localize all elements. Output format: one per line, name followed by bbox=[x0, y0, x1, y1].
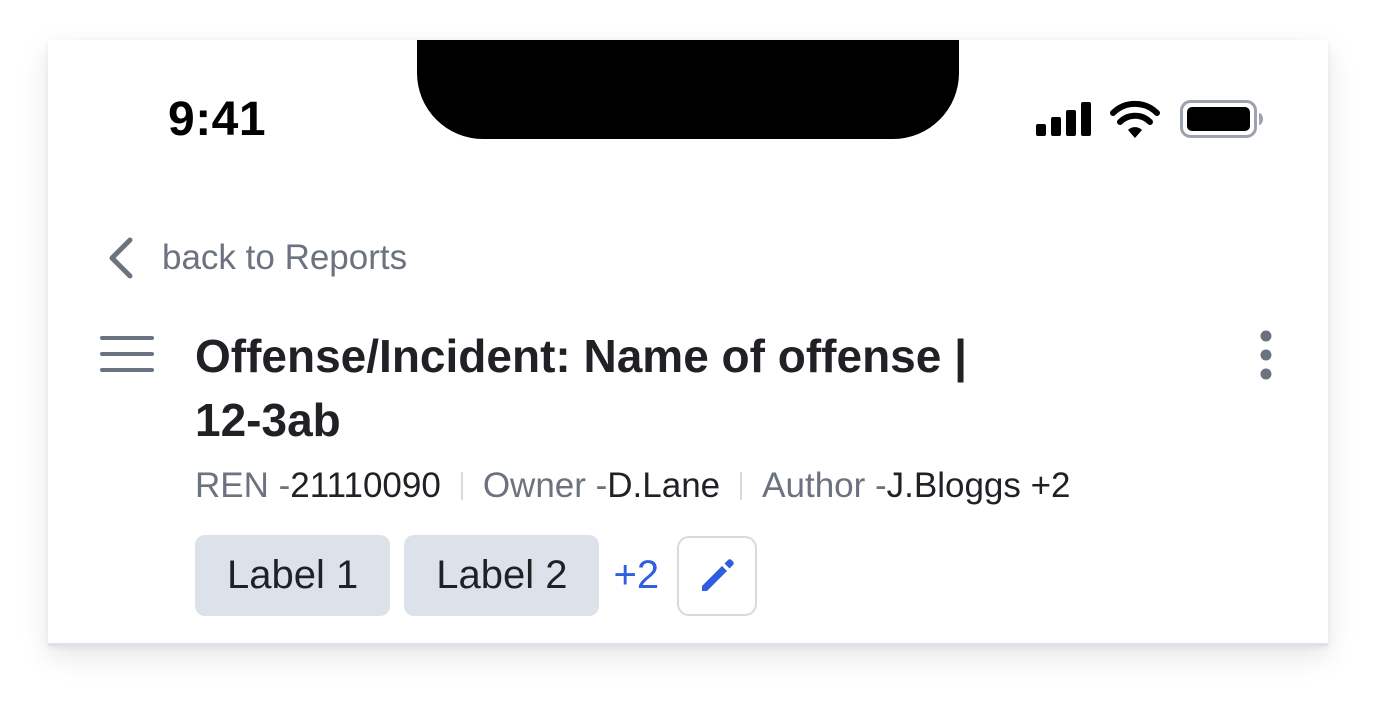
battery-icon bbox=[1180, 100, 1263, 138]
device-notch bbox=[417, 40, 959, 139]
title-line-2: 12-3ab bbox=[195, 394, 341, 446]
more-labels-count[interactable]: +2 bbox=[613, 553, 659, 598]
more-vertical-icon[interactable] bbox=[1252, 330, 1280, 385]
back-label: back to Reports bbox=[162, 238, 408, 277]
status-time: 9:41 bbox=[168, 93, 267, 146]
pencil-icon bbox=[702, 558, 734, 591]
title-line-1: Offense/Incident: Name of offense | bbox=[195, 330, 967, 382]
report-header-card: 9:41 back to Reports Offense/Incident: N… bbox=[48, 40, 1328, 646]
author-key: Author - bbox=[762, 466, 887, 505]
owner-value: D.Lane bbox=[607, 466, 721, 505]
signal-icon bbox=[1036, 102, 1091, 136]
page-title: Offense/Incident: Name of offense | 12-3… bbox=[195, 324, 1115, 452]
edit-labels-button[interactable] bbox=[677, 535, 758, 616]
labels-row: Label 1 Label 2 +2 bbox=[195, 535, 758, 616]
label-chip[interactable]: Label 1 bbox=[195, 535, 391, 616]
ren-value: 21110090 bbox=[290, 466, 441, 505]
report-meta: REN - 21110090 Owner - D.Lane Author - J… bbox=[195, 466, 1071, 506]
back-to-reports-link[interactable]: back to Reports bbox=[106, 236, 407, 280]
author-value: J.Bloggs +2 bbox=[886, 466, 1071, 505]
ren-key: REN - bbox=[195, 466, 291, 505]
chevron-left-icon bbox=[109, 237, 133, 279]
owner-key: Owner - bbox=[482, 466, 608, 505]
meta-divider bbox=[460, 472, 463, 500]
hamburger-menu-icon[interactable] bbox=[100, 336, 154, 379]
meta-divider bbox=[740, 472, 743, 500]
label-chip[interactable]: Label 2 bbox=[404, 535, 600, 616]
wifi-icon bbox=[1110, 100, 1160, 138]
